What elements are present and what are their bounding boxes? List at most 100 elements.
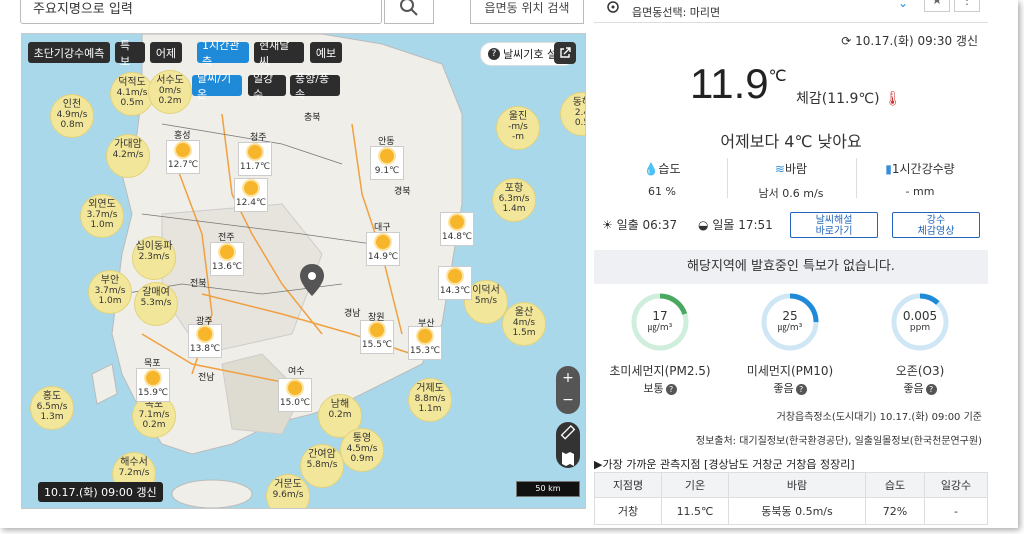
air-grade-text: 좋음: [903, 382, 924, 395]
share-button[interactable]: [554, 42, 576, 64]
zoom-in-button[interactable]: +: [556, 366, 580, 390]
wind-bubble[interactable]: 거문도 9.6m/s: [266, 474, 310, 508]
bubble-name: 부안: [100, 275, 120, 286]
weather-card-temp: 14.9℃: [367, 252, 399, 262]
place-label: 안동: [378, 137, 395, 147]
map-tools[interactable]: [556, 422, 580, 468]
wind-bubble[interactable]: 서수도 0m/s 0.2m: [148, 70, 192, 114]
wind-bubble[interactable]: 인천 4.9m/s 0.8m: [50, 94, 94, 138]
col-humidity: 습도: [865, 472, 925, 498]
sunrise-label: 일출: [616, 218, 639, 232]
table-header-row: 지점명 기온 바람 습도 일강수: [594, 472, 988, 498]
bubble-speed: 4.1m/s: [116, 88, 148, 98]
zoom-control[interactable]: + −: [556, 366, 580, 414]
map-layers-icon[interactable]: [556, 448, 580, 470]
weather-card[interactable]: 15.3℃: [408, 326, 442, 360]
bubble-height: 0.5: [574, 118, 585, 128]
locate-button[interactable]: 읍면동 위치 검색: [470, 0, 584, 24]
zoom-out-button[interactable]: −: [556, 390, 580, 414]
weather-card[interactable]: 9.1℃: [370, 146, 404, 180]
weather-card[interactable]: 14.9℃: [366, 232, 400, 266]
tab-current[interactable]: 현재날씨: [254, 39, 304, 68]
chevron-down-icon[interactable]: ⌄: [898, 0, 908, 10]
weather-map[interactable]: 초단기강수예측 특보 어제 1시간관측 현재날씨 예보 날씨/기온 일강수 풍향…: [21, 33, 586, 509]
map-scale: 50 km: [516, 481, 580, 497]
weather-card[interactable]: 14.8℃: [440, 212, 474, 246]
bubble-speed: 7.2m/s: [118, 468, 150, 478]
place-label: 충북: [304, 113, 321, 123]
weather-card[interactable]: 15.0℃: [278, 378, 312, 412]
air-value: 0.005: [902, 309, 938, 323]
wind-bubble[interactable]: 홍도 6.5m/s 1.3m: [30, 386, 74, 430]
weather-commentary-link[interactable]: 날씨해설 바로가기: [790, 212, 878, 238]
favorite-button[interactable]: ★: [924, 0, 950, 12]
wind-bubble[interactable]: 외연도 3.7m/s 1.0m: [80, 194, 124, 238]
bubble-speed: 2.4: [574, 108, 585, 118]
sun-icon: [248, 145, 262, 159]
temperature-unit: ℃: [768, 68, 787, 85]
bubble-name: 간여암: [308, 449, 336, 460]
search-input[interactable]: 주요지명으로 입력: [20, 0, 382, 24]
tab-hourly-obs[interactable]: 1시간관측: [197, 39, 249, 68]
cell-daily-precip: -: [924, 497, 988, 525]
weather-card[interactable]: 15.9℃: [136, 368, 170, 402]
weather-card-temp: 13.8℃: [189, 344, 221, 354]
tab-warning[interactable]: 특보: [115, 39, 145, 68]
bubble-name: 동해: [572, 97, 585, 108]
bubble-speed: 3.7m/s: [94, 286, 126, 296]
wind-bubble[interactable]: 갈매여 5.3m/s: [134, 282, 178, 326]
wind-bubble[interactable]: 부안 3.7m/s 1.0m: [88, 270, 132, 314]
weather-card[interactable]: 13.6℃: [210, 242, 244, 276]
wind-bubble[interactable]: 포항 6.3m/s 1.4m: [492, 178, 536, 222]
bubble-speed: 4m/s: [512, 318, 536, 328]
weather-card[interactable]: 14.3℃: [438, 266, 472, 300]
wind-bubble[interactable]: 통영 4.5m/s 0.9m: [340, 428, 384, 472]
bubble-name: 외연도: [88, 199, 116, 210]
wind-bubble[interactable]: 거제도 8.8m/s 1.1m: [408, 378, 452, 422]
help-icon[interactable]: ?: [665, 384, 677, 395]
precip-video-link[interactable]: 강수 체감영상: [892, 212, 980, 238]
weather-card[interactable]: 11.7℃: [238, 142, 272, 176]
subtab-daily-precip[interactable]: 일강수: [248, 72, 286, 101]
help-icon[interactable]: ?: [925, 384, 937, 395]
more-button[interactable]: ⋮: [954, 0, 980, 12]
col-daily-precip: 일강수: [924, 472, 988, 498]
wind-bubble[interactable]: 가대암 4.2m/s: [106, 134, 150, 178]
weather-card[interactable]: 12.7℃: [166, 140, 200, 174]
place-label: 전주: [218, 233, 235, 243]
wind-bubble[interactable]: 울산 4m/s 1.5m: [502, 302, 546, 346]
search-button[interactable]: [384, 0, 434, 24]
air-grade-text: 좋음: [773, 382, 794, 395]
weather-card[interactable]: 12.4℃: [234, 178, 268, 212]
tab-nowcast[interactable]: 초단기강수예측: [28, 42, 110, 63]
bubble-speed: 8.8m/s: [414, 394, 446, 404]
ruler-icon[interactable]: [556, 422, 580, 444]
tab-yesterday[interactable]: 어제: [150, 42, 182, 63]
subtab-wind[interactable]: 풍향/풍속: [290, 72, 340, 101]
place-label: 경남: [344, 309, 361, 319]
weather-card[interactable]: 15.5℃: [360, 320, 394, 354]
weather-card[interactable]: 13.8℃: [188, 324, 222, 358]
tab-forecast[interactable]: 예보: [310, 42, 342, 63]
refresh-icon[interactable]: ⟳: [841, 34, 851, 48]
help-icon[interactable]: ?: [795, 384, 807, 395]
search-placeholder: 주요지명으로 입력: [33, 2, 133, 17]
location-target-icon[interactable]: [606, 0, 620, 14]
thermometer-icon: 🌡: [884, 91, 902, 107]
wind-bubble[interactable]: 울진 -m/s -m: [496, 106, 540, 150]
bubble-speed: 4.5m/s: [346, 444, 378, 454]
precip-value: - mm: [905, 185, 935, 198]
humidity-stat: 💧습도 61 %: [598, 160, 726, 198]
bubble-name: 거제도: [416, 383, 444, 394]
bubble-name: 울산: [514, 307, 534, 318]
bubble-speed: 5.3m/s: [140, 298, 172, 308]
subtab-weather-temp[interactable]: 날씨/기온: [192, 72, 242, 101]
bubble-name: 인천: [62, 99, 82, 110]
wind-bubble[interactable]: 십이동파 2.3m/s: [132, 236, 176, 280]
place-label: 홍성: [174, 131, 191, 141]
bubble-height: 1.1m: [418, 404, 442, 414]
update-time-text: 10.17.(화) 09:30 갱신: [855, 34, 978, 48]
current-temperature: 11.9℃: [690, 60, 787, 108]
air-gauge-pm10: 25 ㎍/m³: [760, 292, 820, 352]
wind-value: 남서 0.6 m/s: [758, 187, 824, 200]
